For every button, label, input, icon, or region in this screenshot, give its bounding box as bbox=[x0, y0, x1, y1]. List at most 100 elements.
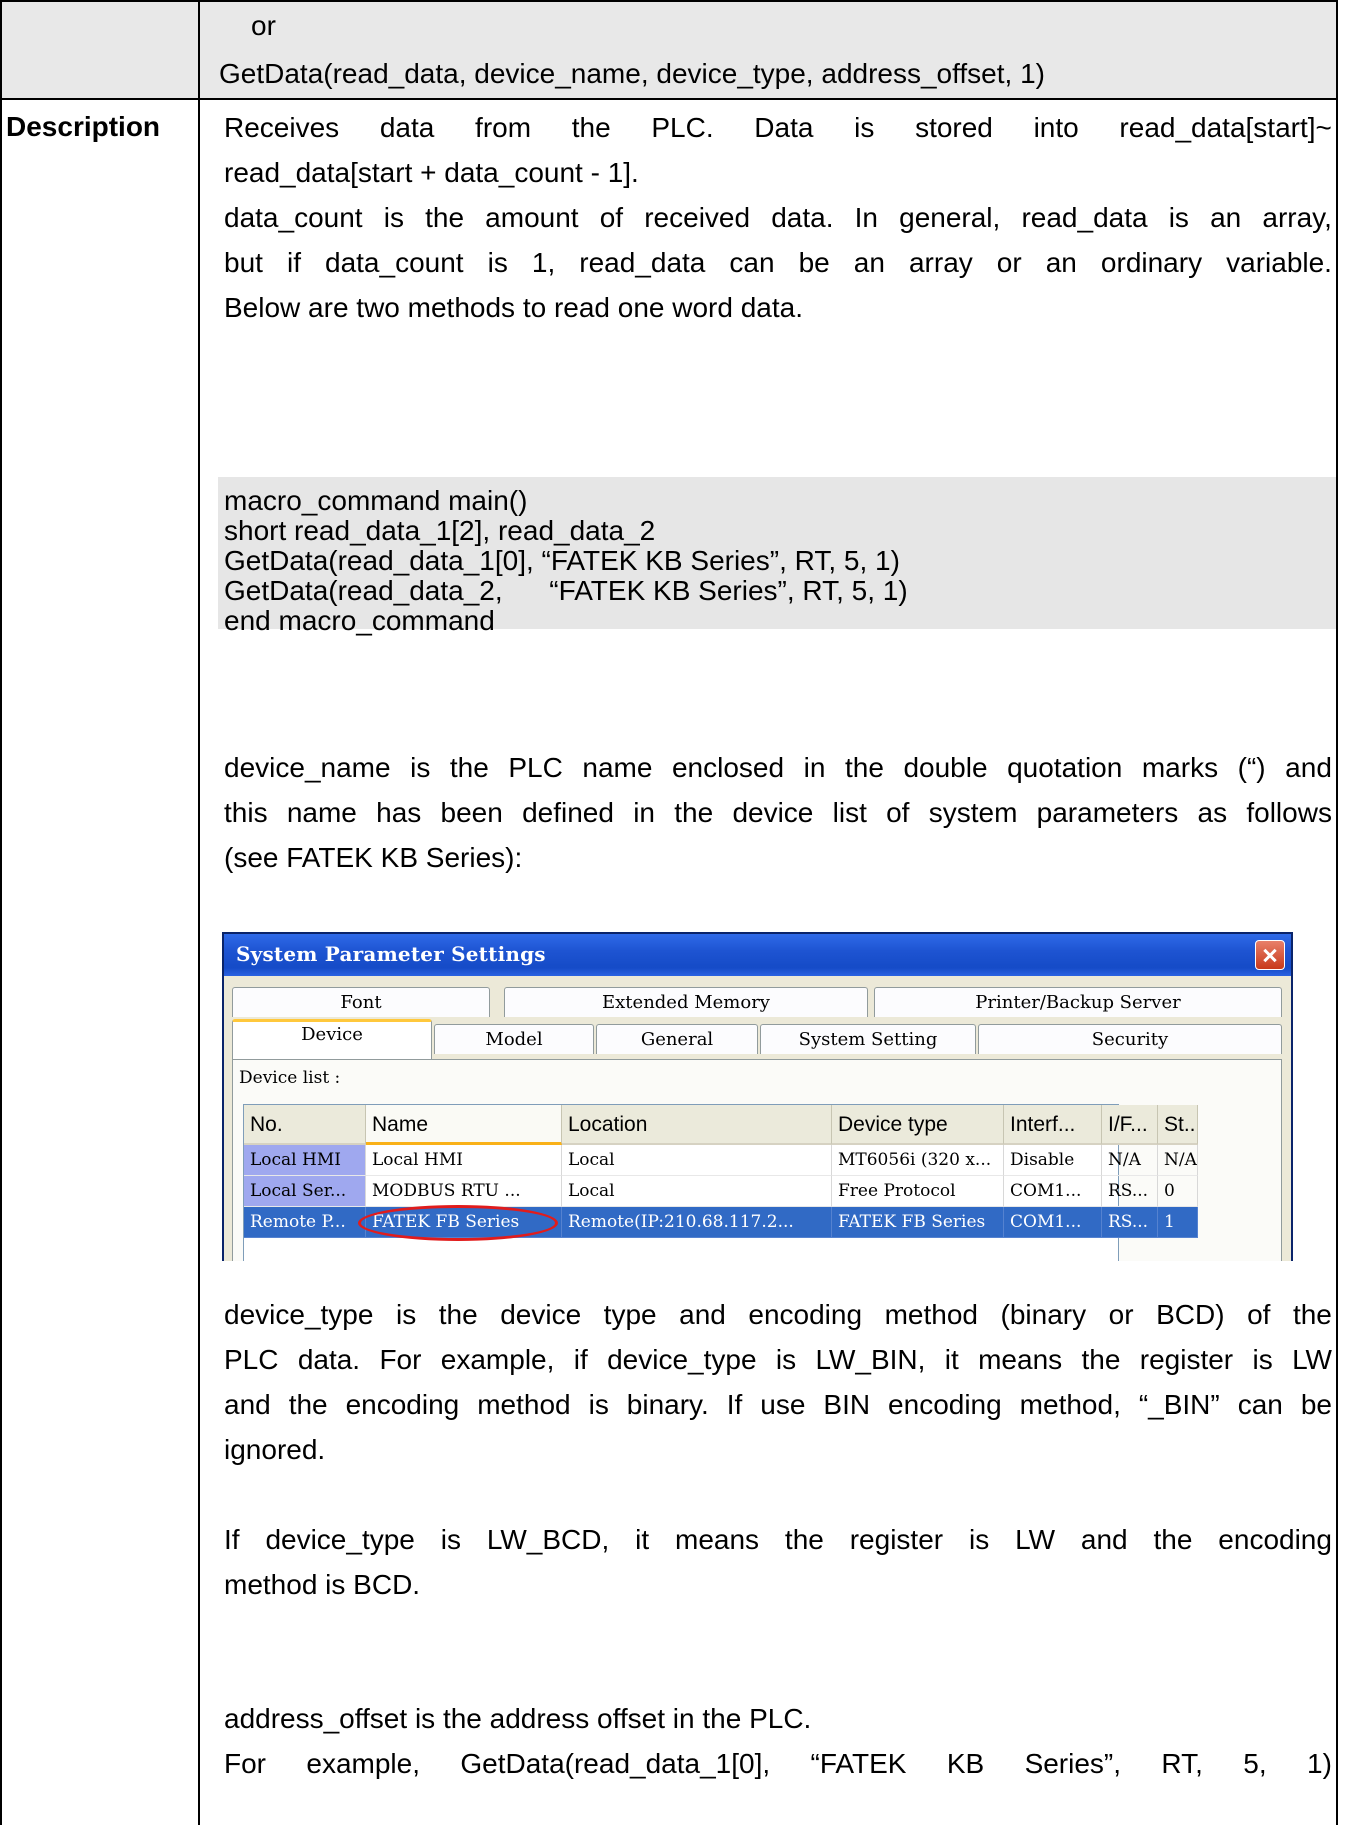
table-cell[interactable]: Disable bbox=[1004, 1145, 1102, 1176]
device-tab-panel: Device list : No. Name Location Device type… bbox=[232, 1059, 1282, 1261]
word: KB bbox=[946, 1748, 985, 1779]
word: device bbox=[500, 1299, 582, 1330]
table-cell[interactable]: Remote(IP:210.68.117.2... bbox=[562, 1207, 832, 1238]
word: device_type bbox=[265, 1524, 415, 1555]
word: received bbox=[644, 202, 751, 233]
word: encoding bbox=[888, 1389, 1002, 1420]
tab-font[interactable]: Font bbox=[232, 987, 490, 1017]
table-cell[interactable]: Local bbox=[562, 1176, 832, 1207]
word: in bbox=[803, 752, 826, 783]
table-cell[interactable]: MODBUS RTU ... bbox=[366, 1176, 562, 1207]
table-cell[interactable]: 0 bbox=[1158, 1176, 1198, 1207]
word: register bbox=[849, 1524, 944, 1555]
table-cell[interactable]: Local Ser... bbox=[244, 1176, 366, 1207]
word: example, bbox=[306, 1748, 420, 1779]
word: For bbox=[379, 1344, 422, 1375]
table-cell[interactable]: Local bbox=[562, 1145, 832, 1176]
word: 5, bbox=[1243, 1748, 1267, 1779]
word: double bbox=[903, 752, 988, 783]
word: can bbox=[1237, 1389, 1283, 1420]
paragraph-line: but if data_count is 1, read_data can be an array… bbox=[224, 240, 1332, 285]
table-cell[interactable]: N/A bbox=[1102, 1145, 1158, 1176]
tab-extended-memory[interactable]: Extended Memory bbox=[504, 987, 868, 1017]
word: the bbox=[438, 1299, 478, 1330]
word: method bbox=[477, 1389, 571, 1420]
table-cell[interactable]: RS... bbox=[1102, 1176, 1158, 1207]
word: is bbox=[395, 1299, 417, 1330]
description-paragraph-2: data_count is the amount of received data. In ge… bbox=[224, 195, 1332, 330]
word: name bbox=[286, 797, 357, 828]
table-cell[interactable]: FATEK FB Series bbox=[832, 1207, 1004, 1238]
word: into bbox=[1033, 112, 1079, 143]
word: it bbox=[635, 1524, 650, 1555]
column-header[interactable]: St... bbox=[1158, 1105, 1198, 1145]
table-cell[interactable]: Remote P... bbox=[244, 1207, 366, 1238]
paragraph-line: Receives data from the PLC. Data is stored into r… bbox=[224, 105, 1332, 150]
word: data_count bbox=[224, 202, 363, 233]
word: quotation bbox=[1007, 752, 1123, 783]
column-header[interactable]: Interf... bbox=[1004, 1105, 1102, 1145]
word: general, bbox=[899, 202, 1001, 233]
word: LW_BIN, bbox=[815, 1344, 926, 1375]
close-icon[interactable] bbox=[1255, 940, 1285, 970]
word: is bbox=[383, 202, 404, 233]
word: method bbox=[884, 1299, 978, 1330]
word: array, bbox=[1262, 202, 1332, 233]
word: or bbox=[996, 247, 1022, 278]
word: is bbox=[440, 1524, 461, 1555]
table-cell[interactable]: Local HMI bbox=[366, 1145, 562, 1176]
word: (binary bbox=[1000, 1299, 1087, 1330]
table-cell[interactable]: 1 bbox=[1158, 1207, 1198, 1238]
word: read_data bbox=[1021, 202, 1148, 233]
word: read_data[start]~ bbox=[1119, 112, 1332, 143]
word: For bbox=[224, 1748, 266, 1779]
word: “_BIN” bbox=[1138, 1389, 1220, 1420]
table-cell[interactable]: COM1... bbox=[1004, 1207, 1102, 1238]
paragraph-line: Below are two methods to read one word d… bbox=[224, 285, 1332, 330]
word: If bbox=[224, 1524, 240, 1555]
table-cell[interactable]: MT6056i (320 x... bbox=[832, 1145, 1004, 1176]
word: Data bbox=[754, 112, 814, 143]
table-cell[interactable]: RS... bbox=[1102, 1207, 1158, 1238]
word: LW_BCD, bbox=[486, 1524, 610, 1555]
word: device_type bbox=[607, 1344, 757, 1375]
word: this bbox=[224, 797, 268, 828]
paragraph-line: device_name is the PLC name enclosed in the doub… bbox=[224, 745, 1332, 790]
table-cell[interactable]: Free Protocol bbox=[832, 1176, 1004, 1207]
word: LW bbox=[1292, 1344, 1332, 1375]
tab-security[interactable]: Security bbox=[978, 1024, 1282, 1054]
table-cell[interactable]: N/A bbox=[1158, 1145, 1198, 1176]
word: is bbox=[1168, 202, 1189, 233]
table-right-border bbox=[1336, 0, 1338, 1825]
word: encoding bbox=[345, 1389, 460, 1420]
word: 1) bbox=[1307, 1748, 1332, 1779]
tab-general[interactable]: General bbox=[596, 1024, 758, 1054]
paragraph-line: If device_type is LW_BCD, it means the register… bbox=[224, 1517, 1332, 1562]
manual-page: or GetData(read_data, device_name, devic… bbox=[0, 0, 1350, 1825]
word: register bbox=[1139, 1344, 1234, 1375]
column-header[interactable]: I/F... bbox=[1102, 1105, 1158, 1145]
tab-system-setting[interactable]: System Setting bbox=[760, 1024, 976, 1054]
column-header[interactable]: No. bbox=[244, 1105, 366, 1145]
word: data. bbox=[771, 202, 834, 233]
word: 1, bbox=[531, 247, 556, 278]
dialog-title: System Parameter Settings bbox=[236, 942, 546, 966]
tab-model[interactable]: Model bbox=[434, 1024, 594, 1054]
word: array bbox=[908, 247, 973, 278]
paragraph-line: PLC data. For example, if device_type is LW_BIN… bbox=[224, 1337, 1332, 1382]
column-header[interactable]: Device type bbox=[832, 1105, 1004, 1145]
table-cell[interactable]: Local HMI bbox=[244, 1145, 366, 1176]
word: PLC. bbox=[651, 112, 714, 143]
paragraph-line: address_offset is the address offset in … bbox=[224, 1696, 1332, 1741]
tab-printer-backup-server[interactable]: Printer/Backup Server bbox=[874, 987, 1282, 1017]
word: Receives bbox=[224, 112, 340, 143]
column-header[interactable]: Location bbox=[562, 1105, 832, 1145]
highlight-oval bbox=[358, 1205, 558, 1241]
word: list bbox=[832, 797, 867, 828]
table-cell[interactable]: COM1... bbox=[1004, 1176, 1102, 1207]
word: is bbox=[1252, 1344, 1273, 1375]
word: follows bbox=[1246, 797, 1332, 828]
column-header[interactable]: Name bbox=[366, 1105, 562, 1145]
word: address_offset is the address offset in … bbox=[224, 1703, 812, 1734]
tab-device[interactable]: Device bbox=[232, 1019, 432, 1059]
